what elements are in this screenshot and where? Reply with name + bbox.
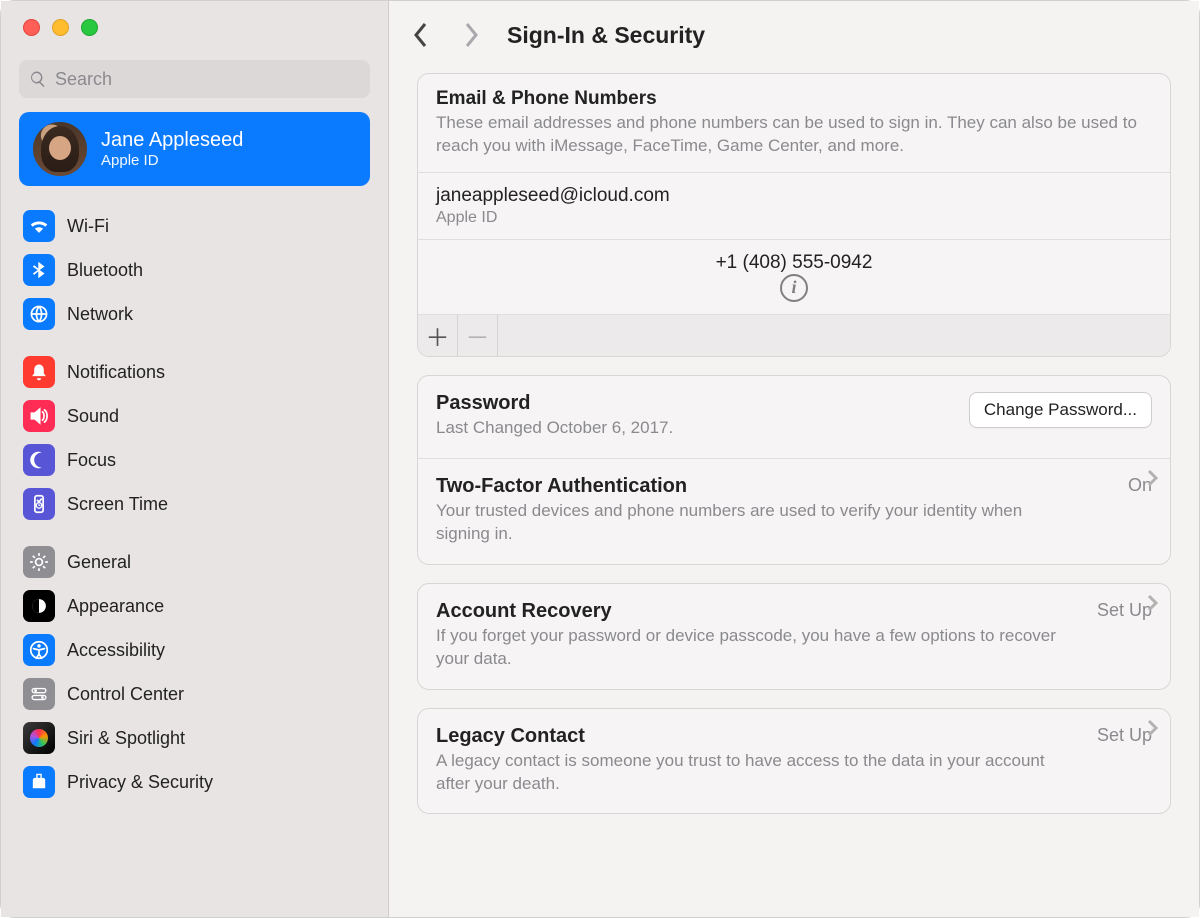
bluetooth-icon <box>23 254 55 286</box>
email-phone-description: These email addresses and phone numbers … <box>436 112 1152 158</box>
search-placeholder: Search <box>55 69 112 90</box>
sound-icon <box>23 400 55 432</box>
contact-email-label: Apple ID <box>436 209 1152 227</box>
twofa-description: Your trusted devices and phone numbers a… <box>436 500 1076 546</box>
network-icon <box>23 298 55 330</box>
sidebar-item-label: Siri & Spotlight <box>67 728 185 749</box>
zoom-window-button[interactable] <box>81 19 98 36</box>
sidebar-item-notifications[interactable]: Notifications <box>19 350 370 394</box>
change-password-button[interactable]: Change Password... <box>969 392 1152 428</box>
sidebar-item-label: Sound <box>67 406 119 427</box>
appearance-icon <box>23 590 55 622</box>
sidebar-item-privacy[interactable]: Privacy & Security <box>19 760 370 804</box>
contact-phone: +1 (408) 555-0942 <box>716 252 873 274</box>
sidebar-item-label: Screen Time <box>67 494 168 515</box>
legacy-contact-card[interactable]: Legacy Contact Set Up A legacy contact i… <box>417 708 1171 815</box>
recovery-description: If you forget your password or device pa… <box>436 625 1076 671</box>
sidebar-item-wifi[interactable]: Wi-Fi <box>19 204 370 248</box>
account-name: Jane Appleseed <box>101 129 243 152</box>
account-recovery-card[interactable]: Account Recovery Set Up If you forget yo… <box>417 583 1171 690</box>
recovery-status: Set Up <box>1097 600 1152 621</box>
sidebar-item-apple-id[interactable]: Jane Appleseed Apple ID <box>19 112 370 186</box>
remove-contact-button[interactable]: － <box>458 314 498 356</box>
sidebar-item-accessibility[interactable]: Accessibility <box>19 628 370 672</box>
sidebar: Search Jane Appleseed Apple ID Wi-Fi Blue… <box>1 1 389 917</box>
wifi-icon <box>23 210 55 242</box>
sidebar-item-general[interactable]: General <box>19 540 370 584</box>
sidebar-item-label: Wi-Fi <box>67 216 109 237</box>
chevron-right-icon <box>1146 594 1158 617</box>
forward-button[interactable] <box>457 21 485 49</box>
password-2fa-card: Password Last Changed October 6, 2017. C… <box>417 375 1171 565</box>
recovery-title: Account Recovery <box>436 600 612 623</box>
close-window-button[interactable] <box>23 19 40 36</box>
account-subtitle: Apple ID <box>101 152 243 169</box>
siri-icon <box>23 722 55 754</box>
twofa-row[interactable]: Two-Factor Authentication On Your truste… <box>418 459 1170 564</box>
focus-icon <box>23 444 55 476</box>
password-subtitle: Last Changed October 6, 2017. <box>436 417 673 440</box>
minimize-window-button[interactable] <box>52 19 69 36</box>
contact-row-email[interactable]: janeappleseed@icloud.com Apple ID <box>418 172 1170 239</box>
legacy-status: Set Up <box>1097 725 1152 746</box>
avatar <box>33 122 87 176</box>
sidebar-item-sound[interactable]: Sound <box>19 394 370 438</box>
sidebar-item-label: Privacy & Security <box>67 772 213 793</box>
email-phone-title: Email & Phone Numbers <box>436 88 1152 110</box>
general-icon <box>23 546 55 578</box>
sidebar-item-bluetooth[interactable]: Bluetooth <box>19 248 370 292</box>
sidebar-item-label: Accessibility <box>67 640 165 661</box>
sidebar-item-siri[interactable]: Siri & Spotlight <box>19 716 370 760</box>
chevron-right-icon <box>1146 719 1158 742</box>
legacy-title: Legacy Contact <box>436 725 585 748</box>
sidebar-item-controlcenter[interactable]: Control Center <box>19 672 370 716</box>
search-input[interactable]: Search <box>19 60 370 98</box>
info-icon[interactable]: i <box>780 274 808 302</box>
controlcenter-icon <box>23 678 55 710</box>
contact-email: janeappleseed@icloud.com <box>436 185 1152 207</box>
page-title: Sign-In & Security <box>507 22 705 49</box>
password-title: Password <box>436 392 673 415</box>
twofa-title: Two-Factor Authentication <box>436 475 687 498</box>
sidebar-item-label: Control Center <box>67 684 184 705</box>
sidebar-item-network[interactable]: Network <box>19 292 370 336</box>
sidebar-item-label: Focus <box>67 450 116 471</box>
sidebar-item-label: General <box>67 552 131 573</box>
email-phone-card: Email & Phone Numbers These email addres… <box>417 73 1171 357</box>
sidebar-item-label: Network <box>67 304 133 325</box>
notifications-icon <box>23 356 55 388</box>
back-button[interactable] <box>407 21 435 49</box>
contact-row-phone[interactable]: +1 (408) 555-0942 i <box>418 239 1170 314</box>
accessibility-icon <box>23 634 55 666</box>
sidebar-item-focus[interactable]: Focus <box>19 438 370 482</box>
add-remove-bar: ＋ － <box>418 314 1170 356</box>
sidebar-item-label: Appearance <box>67 596 164 617</box>
main-pane: Sign-In & Security Email & Phone Numbers… <box>389 1 1199 917</box>
screentime-icon <box>23 488 55 520</box>
sidebar-nav: Wi-Fi Bluetooth Network Notifications Sound F… <box>1 204 388 818</box>
legacy-description: A legacy contact is someone you trust to… <box>436 750 1076 796</box>
sidebar-item-appearance[interactable]: Appearance <box>19 584 370 628</box>
window-controls <box>1 1 388 36</box>
privacy-icon <box>23 766 55 798</box>
toolbar: Sign-In & Security <box>389 1 1199 63</box>
add-contact-button[interactable]: ＋ <box>418 314 458 356</box>
search-icon <box>29 70 47 88</box>
sidebar-item-screentime[interactable]: Screen Time <box>19 482 370 526</box>
chevron-right-icon <box>1146 469 1158 492</box>
sidebar-item-label: Bluetooth <box>67 260 143 281</box>
sidebar-item-label: Notifications <box>67 362 165 383</box>
